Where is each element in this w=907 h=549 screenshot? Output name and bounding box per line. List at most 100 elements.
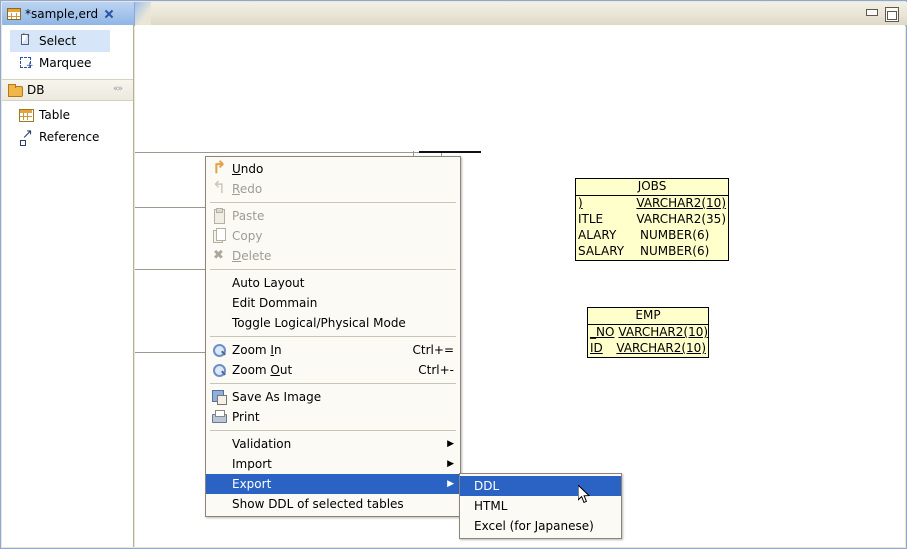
menu-item-copy[interactable]: Copy [206, 226, 460, 246]
er-column-type: VARCHAR2(35) [634, 212, 728, 228]
arrow-cursor-icon [18, 33, 34, 49]
menu-separator [210, 202, 456, 203]
no-icon [210, 275, 228, 291]
tab-curve [135, 2, 151, 25]
submenu-item-excel-for-japanese[interactable]: Excel (for Japanese) [460, 516, 621, 536]
menu-item-edit-dommain[interactable]: Edit Dommain [206, 293, 460, 313]
no-icon [210, 315, 228, 331]
er-column-name: _NO [588, 325, 616, 341]
menu-item-show-ddl-of-selected-tables[interactable]: Show DDL of selected tables [206, 494, 460, 514]
no-icon [210, 456, 228, 472]
menu-item-undo[interactable]: Undo [206, 159, 460, 179]
menu-item-zoom-out[interactable]: Zoom OutCtrl+- [206, 360, 460, 380]
er-table-columns: _NOVARCHAR2(10)IDVARCHAR2(10) [588, 325, 708, 357]
palette-tool-marquee[interactable]: Marquee [2, 52, 133, 74]
menu-item-label: Save As Image [232, 390, 454, 404]
window-controls [865, 7, 899, 22]
menu-item-redo[interactable]: Redo [206, 179, 460, 199]
er-table-column: SALARYNUMBER(6) [576, 244, 728, 260]
menu-item-label: Validation [232, 437, 444, 451]
palette-tool-marquee-label: Marquee [39, 56, 91, 70]
er-table-columns: )VARCHAR2(10)ITLEVARCHAR2(35)ALARYNUMBER… [576, 196, 728, 260]
er-column-type: VARCHAR2(10) [634, 196, 728, 212]
palette-item-table-label: Table [39, 108, 70, 122]
menu-item-label: Toggle Logical/Physical Mode [232, 316, 454, 330]
zoom-out-icon [210, 362, 228, 378]
er-table-column: )VARCHAR2(10) [576, 196, 728, 212]
undo-icon [210, 161, 228, 177]
menu-item-label: Print [232, 410, 454, 424]
application-window: *sample,erd Select Marquee DB Table [0, 0, 907, 549]
menu-item-label: Zoom Out [232, 363, 398, 377]
er-table[interactable]: JOBS)VARCHAR2(10)ITLEVARCHAR2(35)ALARYNU… [575, 178, 729, 261]
table-grid-icon [18, 107, 34, 123]
menu-separator [210, 430, 456, 431]
menu-item-label: Edit Dommain [232, 296, 454, 310]
palette-tool-select[interactable]: Select [10, 30, 110, 52]
er-table-column: _NOVARCHAR2(10) [588, 325, 708, 341]
er-column-name: ID [588, 341, 614, 357]
submenu-item-label: DDL [474, 479, 615, 493]
menu-item-validation[interactable]: Validation▶ [206, 434, 460, 454]
menu-item-zoom-in[interactable]: Zoom InCtrl+= [206, 340, 460, 360]
menu-item-auto-layout[interactable]: Auto Layout [206, 273, 460, 293]
submenu-item-html[interactable]: HTML [460, 496, 621, 516]
er-column-type: NUMBER(6) [638, 244, 711, 260]
print-icon [210, 409, 228, 425]
window-titlebar: *sample,erd [2, 2, 907, 26]
menu-item-label: Zoom In [232, 343, 393, 357]
menu-item-label: Copy [232, 229, 454, 243]
submenu-arrow-icon: ▶ [444, 480, 454, 489]
palette-item-table[interactable]: Table [2, 104, 133, 126]
menu-item-paste[interactable]: Paste [206, 206, 460, 226]
menu-item-label: Redo [232, 182, 454, 196]
menu-item-export[interactable]: Export▶ [206, 474, 460, 494]
marquee-select-icon [18, 55, 34, 71]
menu-separator [210, 336, 456, 337]
submenu-item-label: Excel (for Japanese) [474, 519, 615, 533]
editor-tab-label: *sample,erd [25, 7, 98, 21]
menu-item-toggle-logical-physical-mode[interactable]: Toggle Logical/Physical Mode [206, 313, 460, 333]
er-table-column: IDVARCHAR2(10) [588, 341, 708, 357]
menu-separator [210, 383, 456, 384]
menu-item-save-as-image[interactable]: Save As Image [206, 387, 460, 407]
menu-item-print[interactable]: Print [206, 407, 460, 427]
menu-item-label: Export [232, 477, 444, 491]
editor-tab-sample-erd[interactable]: *sample,erd [2, 2, 135, 25]
palette-item-reference[interactable]: Reference [2, 126, 133, 148]
er-column-type: VARCHAR2(10) [616, 325, 710, 341]
zoom-in-icon [210, 342, 228, 358]
minimize-icon[interactable] [865, 7, 878, 18]
er-column-name: SALARY [576, 244, 638, 260]
er-column-name: ) [576, 196, 634, 212]
menu-separator [210, 269, 456, 270]
menu-item-label: Show DDL of selected tables [232, 497, 454, 511]
context-menu[interactable]: Undo Redo Paste Copy Delete Auto Layout Edit D… [205, 156, 461, 517]
menu-item-shortcut: Ctrl+= [393, 343, 454, 357]
menu-item-label: Auto Layout [232, 276, 454, 290]
no-icon [210, 496, 228, 512]
collapse-icon[interactable] [113, 85, 127, 95]
relationship-line-selected [419, 151, 481, 153]
tool-palette: Select Marquee DB Table Reference [2, 25, 134, 547]
palette-group-db-label: DB [27, 83, 113, 97]
export-submenu[interactable]: DDL HTML Excel (for Japanese) [459, 473, 622, 539]
menu-item-delete[interactable]: Delete [206, 246, 460, 266]
er-table[interactable]: EMP_NOVARCHAR2(10)IDVARCHAR2(10) [587, 307, 709, 358]
er-table-column: ITLEVARCHAR2(35) [576, 212, 728, 228]
submenu-item-ddl[interactable]: DDL [460, 476, 621, 496]
menu-item-import[interactable]: Import▶ [206, 454, 460, 474]
menu-item-label: Import [232, 457, 444, 471]
copy-icon [210, 228, 228, 244]
no-icon [210, 295, 228, 311]
save-as-image-icon [210, 389, 228, 405]
palette-group-db[interactable]: DB [2, 79, 133, 101]
maximize-icon[interactable] [885, 7, 899, 22]
folder-icon [7, 82, 23, 98]
close-icon[interactable] [103, 8, 115, 20]
no-icon [210, 436, 228, 452]
relationship-line [135, 152, 429, 153]
palette-item-reference-label: Reference [39, 130, 99, 144]
submenu-item-label: HTML [474, 499, 615, 513]
table-grid-icon [7, 8, 21, 20]
